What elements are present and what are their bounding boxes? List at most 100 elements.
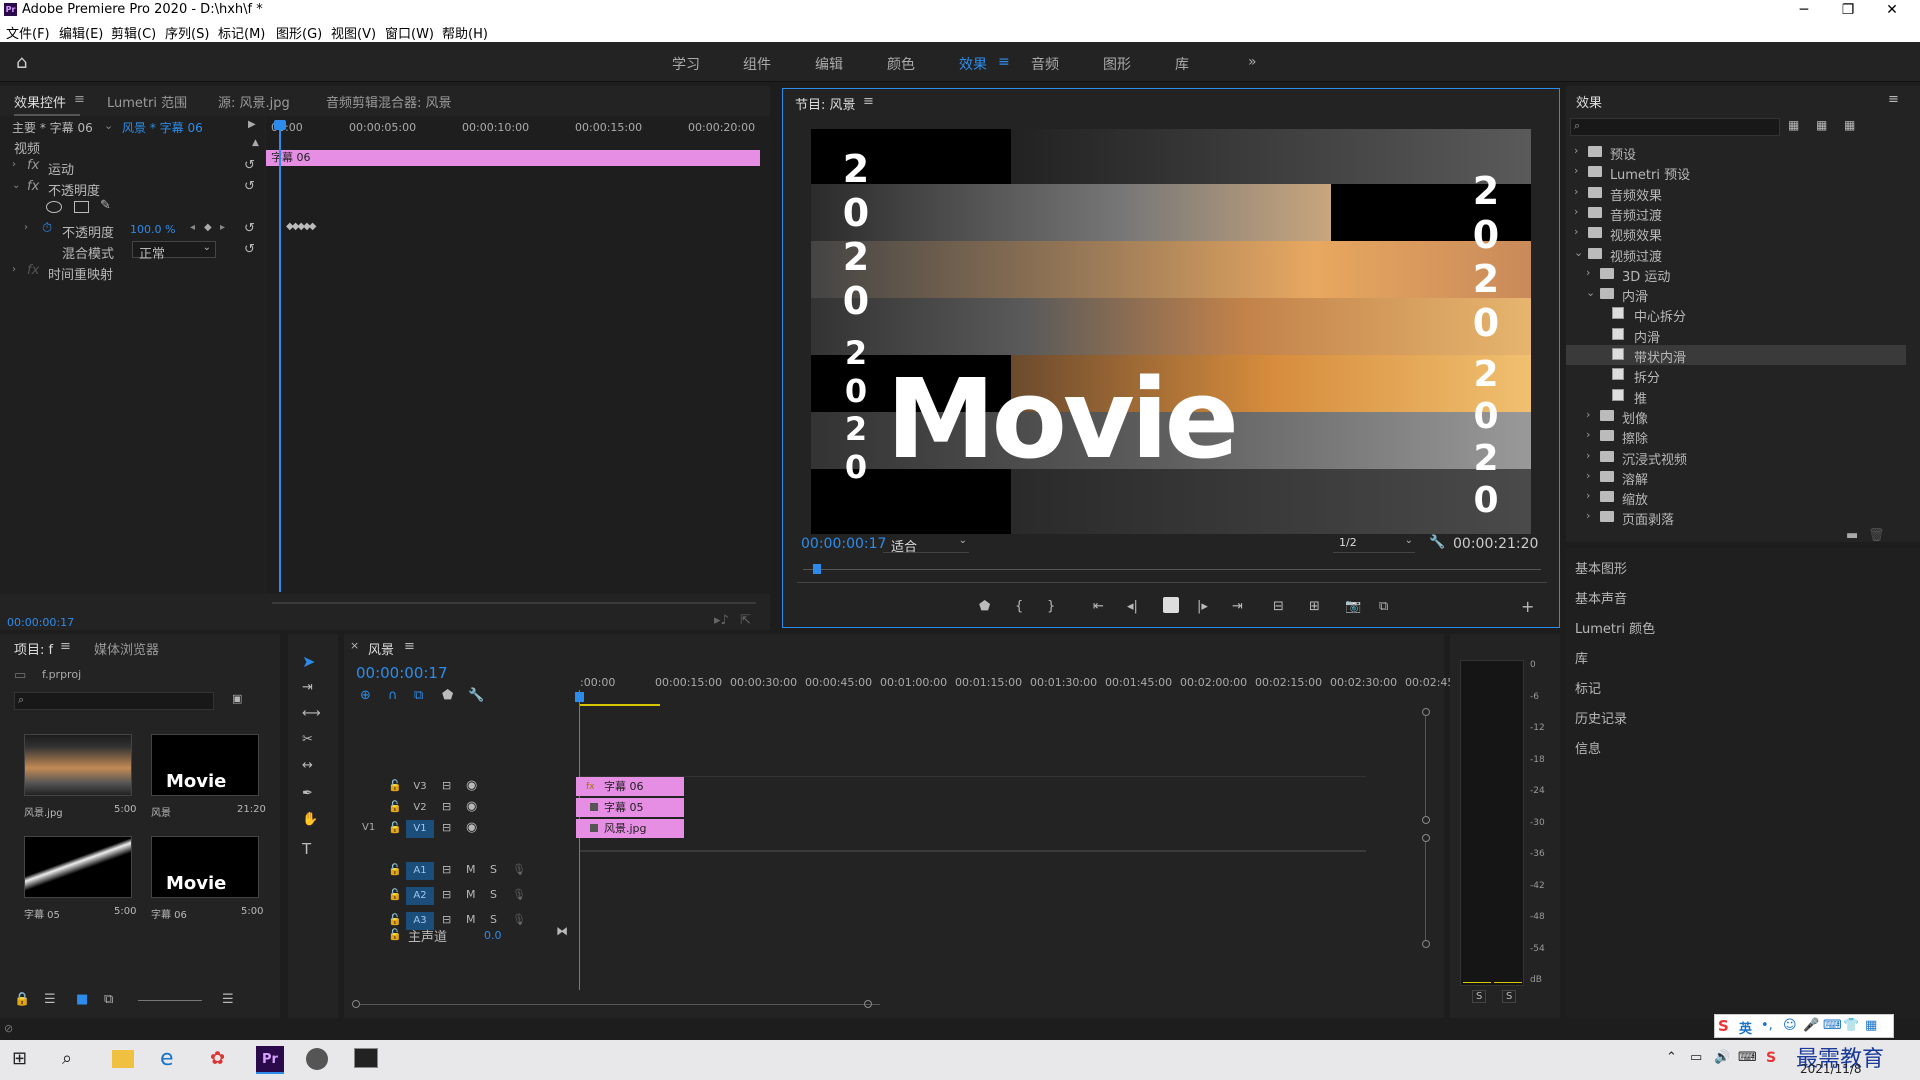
selection-tool-icon[interactable]: ➤: [302, 652, 315, 671]
mute-button[interactable]: M: [466, 863, 476, 876]
chevron-right-icon[interactable]: ›: [1586, 408, 1590, 421]
32bit-effects-icon[interactable]: ▦: [1816, 118, 1827, 132]
ellipse-mask-icon[interactable]: [46, 201, 62, 213]
timeline-settings-icon[interactable]: 🔧: [468, 688, 484, 703]
sogou-logo-icon[interactable]: S: [1718, 1017, 1729, 1035]
ripple-edit-tool-icon[interactable]: ⟷: [302, 706, 321, 721]
ime-skin-icon[interactable]: 👕: [1843, 1018, 1859, 1033]
effects-tree-item[interactable]: 拆分: [1566, 365, 1906, 386]
track-label[interactable]: V2: [406, 799, 434, 817]
h-scroll-bar[interactable]: [360, 1004, 880, 1005]
program-scrub-bar[interactable]: [803, 569, 1541, 570]
chevron-right-icon[interactable]: ›: [1586, 489, 1590, 502]
home-icon[interactable]: ⌂: [16, 52, 36, 73]
effects-tree-item[interactable]: › 预设: [1566, 142, 1906, 163]
effects-tree-item[interactable]: 中心拆分: [1566, 304, 1906, 325]
tab-source[interactable]: 源: 风景.jpg: [218, 92, 290, 111]
volume-icon[interactable]: 🔊: [1714, 1050, 1730, 1065]
sync-lock-icon[interactable]: ⊟: [442, 888, 451, 901]
lock-icon[interactable]: 🔓: [388, 913, 402, 926]
effects-tree-item[interactable]: 推: [1566, 386, 1906, 407]
expand-arrow-icon[interactable]: ▶: [248, 119, 256, 130]
project-thumb-title05[interactable]: [24, 836, 132, 898]
fit-select[interactable]: 适合 ⌄: [883, 535, 969, 555]
hand-tool-icon[interactable]: ✋: [302, 812, 318, 827]
workspace-menu-icon[interactable]: ≡: [998, 54, 1010, 70]
step-back-icon[interactable]: ◂|: [1127, 599, 1138, 614]
prev-keyframe-icon[interactable]: ◂: [190, 222, 195, 233]
expand-time-remap-icon[interactable]: ›: [12, 264, 16, 275]
mic-icon[interactable]: 🎙: [512, 863, 526, 876]
chevron-right-icon[interactable]: ›: [1574, 185, 1578, 198]
fx-icon[interactable]: fx: [27, 179, 39, 194]
effects-tree-item[interactable]: › 3D 运动: [1566, 264, 1906, 285]
effects-tree-item[interactable]: 内滑: [1566, 325, 1906, 346]
chevron-right-icon[interactable]: ›: [1586, 509, 1590, 522]
menu-help[interactable]: 帮助(H): [442, 23, 488, 42]
chevron-right-icon[interactable]: ›: [1586, 266, 1590, 279]
program-playhead[interactable]: [813, 564, 821, 574]
slip-tool-icon[interactable]: ↔: [302, 758, 313, 773]
workspace-learn[interactable]: 学习: [672, 54, 700, 74]
track-label[interactable]: V1: [406, 820, 434, 838]
thumbnail-size-slider[interactable]: [138, 1000, 202, 1001]
clip-title06[interactable]: fx 字幕 06: [576, 777, 684, 796]
sync-lock-icon[interactable]: ⊟: [442, 913, 451, 926]
minimize-icon[interactable]: ─: [1782, 0, 1826, 20]
side-panel-essential-sound[interactable]: 基本声音: [1575, 588, 1627, 607]
side-panel-info[interactable]: 信息: [1575, 738, 1601, 757]
timeline-tab[interactable]: 风景: [368, 639, 394, 658]
collapse-arrow-icon[interactable]: ▲: [252, 138, 259, 148]
media-app-icon[interactable]: [306, 1048, 328, 1070]
workspace-assembly[interactable]: 组件: [743, 54, 771, 74]
workspace-libraries[interactable]: 库: [1175, 54, 1189, 74]
master-clip-label[interactable]: 主要 * 字幕 06: [12, 119, 93, 136]
tab-effect-controls[interactable]: 效果控件: [14, 92, 81, 116]
project-thumb-sequence[interactable]: Movie: [151, 734, 259, 796]
solo-button[interactable]: S: [490, 888, 497, 901]
add-button-icon[interactable]: +: [1521, 597, 1534, 616]
eye-icon[interactable]: ◉: [466, 799, 477, 814]
chevron-down-icon[interactable]: ⌄: [1586, 286, 1595, 299]
mute-button[interactable]: M: [466, 888, 476, 901]
effects-tree-item[interactable]: › 页面剥落: [1566, 507, 1906, 528]
workspace-color[interactable]: 颜色: [887, 54, 915, 74]
play-audio-icon[interactable]: ▸♪: [714, 613, 729, 628]
program-zoom-bar[interactable]: [797, 582, 1547, 583]
program-video-frame[interactable]: 2020 2020 2020 2020 Movie: [811, 129, 1531, 534]
tab-audio-clip-mixer[interactable]: 音频剪辑混合器: 风景: [326, 92, 452, 111]
sequence-clip-label[interactable]: 风景 * 字幕 06: [122, 119, 203, 136]
track-label[interactable]: A2: [406, 887, 434, 905]
lock-icon[interactable]: 🔓: [388, 800, 402, 813]
delete-icon[interactable]: 🗑: [1868, 528, 1885, 543]
effects-tree-item[interactable]: › 沉浸式视频: [1566, 447, 1906, 468]
v-scroll-handle[interactable]: [1422, 708, 1430, 716]
lock-icon[interactable]: 🔓: [388, 863, 402, 876]
go-to-end-icon[interactable]: ⧓: [556, 924, 568, 938]
v-scroll-bar[interactable]: [1425, 716, 1426, 816]
search-icon[interactable]: ⌕: [62, 1048, 72, 1069]
reset-icon[interactable]: ↺: [244, 179, 255, 194]
v-scroll-handle[interactable]: [1422, 816, 1430, 824]
stopwatch-icon[interactable]: ⏱: [42, 221, 52, 236]
pen-tool-icon[interactable]: ✒: [302, 786, 313, 801]
new-bin-icon[interactable]: ▬: [1846, 528, 1858, 543]
v-scroll-handle[interactable]: [1422, 940, 1430, 948]
sogou-icon[interactable]: S: [1766, 1050, 1776, 1066]
windows-start-icon[interactable]: ⊞: [12, 1048, 27, 1069]
ec-playhead-handle[interactable]: [274, 120, 286, 130]
menu-edit[interactable]: 编辑(E): [59, 23, 103, 42]
maximize-icon[interactable]: ❐: [1826, 0, 1870, 20]
solo-right-button[interactable]: S: [1502, 990, 1517, 1003]
fx-icon[interactable]: fx: [27, 158, 39, 173]
reset-icon[interactable]: ↺: [244, 221, 255, 236]
ime-punct-icon[interactable]: •,: [1761, 1018, 1773, 1033]
expand-opacity-prop-icon[interactable]: ›: [24, 222, 28, 233]
list-view-icon[interactable]: ☰: [44, 992, 56, 1007]
tab-media-browser[interactable]: 媒体浏览器: [94, 639, 159, 658]
chevron-right-icon[interactable]: ›: [1586, 469, 1590, 482]
ime-language-indicator[interactable]: 英: [1739, 1018, 1752, 1037]
h-scroll-handle[interactable]: [864, 1000, 872, 1008]
go-to-in-icon[interactable]: ⇤: [1093, 599, 1104, 614]
effects-tree-item[interactable]: › 音频效果: [1566, 183, 1906, 204]
